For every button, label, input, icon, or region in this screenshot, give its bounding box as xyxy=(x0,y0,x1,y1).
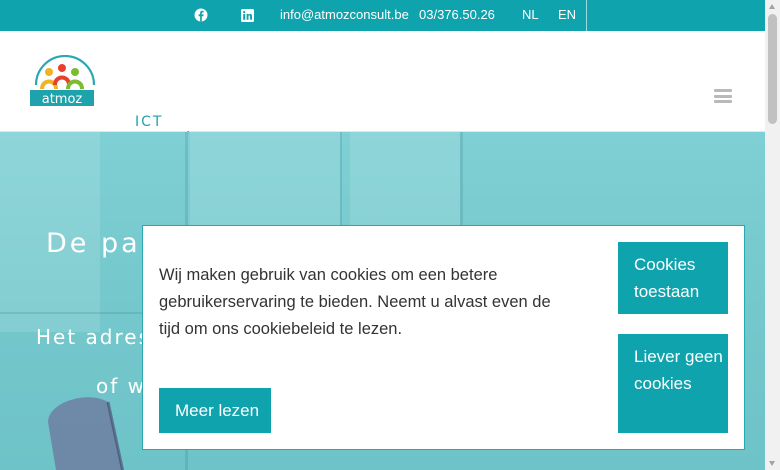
page-scrollbar[interactable] xyxy=(765,0,780,470)
facebook-icon[interactable] xyxy=(193,7,209,23)
menu-toggle-hamburger-icon[interactable] xyxy=(714,89,732,103)
topbar-divider xyxy=(586,0,587,31)
accept-cookies-button[interactable]: Cookies toestaan xyxy=(618,242,728,314)
chair-image xyxy=(48,397,125,470)
cookie-message: Wij maken gebruik van cookies om een bet… xyxy=(159,266,551,338)
read-more-button[interactable]: Meer lezen xyxy=(159,388,271,433)
email-link[interactable]: info@atmozconsult.be xyxy=(280,7,409,23)
logo[interactable]: atmoz ICT consultancy xyxy=(30,54,245,146)
scrollbar-thumb[interactable] xyxy=(768,14,777,124)
hero-subtitle-line1: Het adres xyxy=(36,325,152,349)
scroll-down-icon[interactable] xyxy=(769,461,775,466)
language-en[interactable]: EN xyxy=(558,7,576,23)
cookie-consent-dialog: Wij maken gebruik van cookies om een bet… xyxy=(142,225,745,450)
language-nl[interactable]: NL xyxy=(522,7,539,23)
site-header: atmoz ICT consultancy xyxy=(0,31,765,146)
scroll-up-icon[interactable] xyxy=(769,4,775,9)
top-bar: info@atmozconsult.be 03/376.50.26 NL EN xyxy=(0,0,765,31)
decline-cookies-button[interactable]: Liever geen cookies xyxy=(618,334,728,433)
logo-word: atmoz xyxy=(42,92,83,107)
linkedin-icon[interactable] xyxy=(239,7,255,23)
phone-link[interactable]: 03/376.50.26 xyxy=(419,7,495,23)
logo-mark-icon: atmoz xyxy=(30,54,96,107)
